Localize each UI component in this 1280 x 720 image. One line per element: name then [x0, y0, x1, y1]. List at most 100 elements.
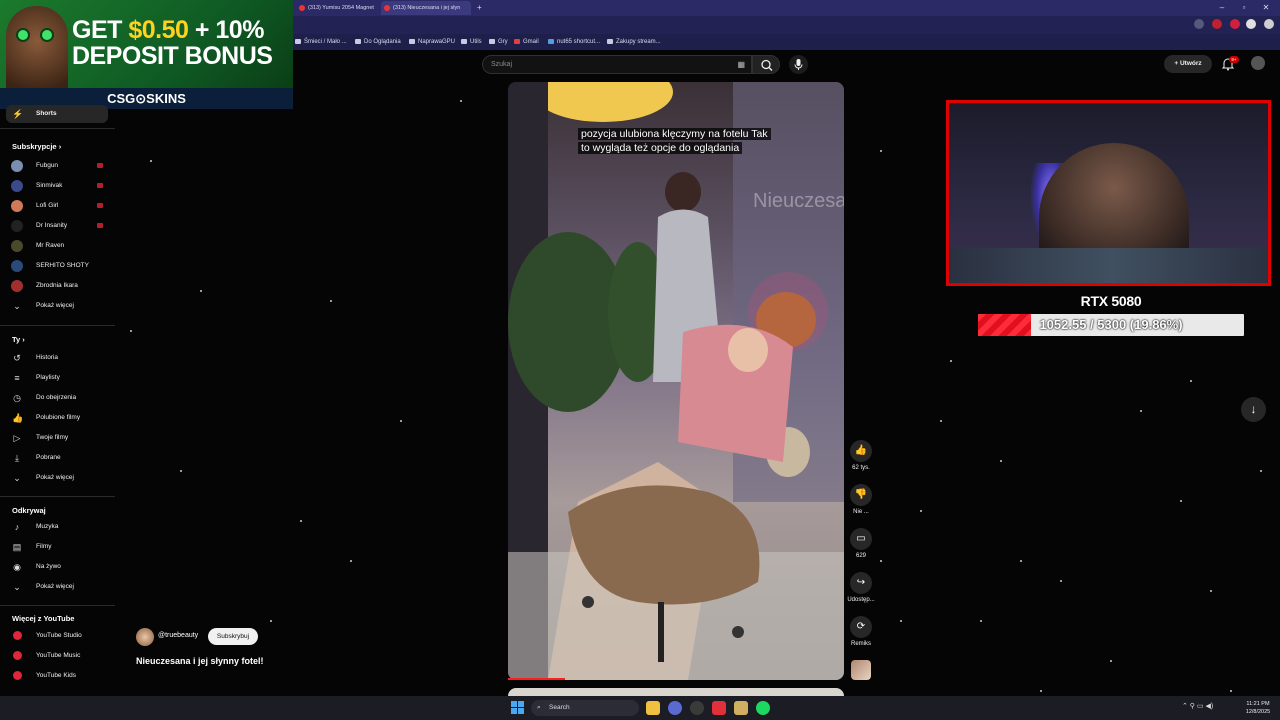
sidebar-item-dr-insanity[interactable]: Dr Insanity	[6, 217, 108, 235]
sidebar-item-youtube-studio[interactable]: YouTube Studio	[6, 627, 108, 645]
channel-avatar-thumbnail[interactable]	[851, 660, 871, 680]
search-icon: ⌕	[537, 704, 541, 711]
bookmark-item[interactable]: Utils	[461, 34, 482, 50]
sidebar-item-serhito-shoty[interactable]: SERHITO SHOTY	[6, 257, 108, 275]
bookmark-item[interactable]: NaprawaGPU	[409, 34, 455, 50]
video-watermark: Nieuczesa	[753, 190, 844, 212]
short-video-player[interactable]: Nieuczesa	[508, 82, 844, 680]
sidebar-item-historia[interactable]: ↺ Historia	[6, 349, 108, 367]
minimize-button[interactable]: –	[1216, 2, 1228, 14]
sidebar-item-label: Twoje filmy	[36, 434, 69, 441]
comments-button[interactable]: ▭	[850, 528, 872, 550]
like-button[interactable]: 👍	[850, 440, 872, 462]
sidebar-item-youtube-kids[interactable]: YouTube Kids	[6, 667, 108, 685]
sidebar-item-poka-wi-cej[interactable]: ⌄ Pokaż więcej	[6, 297, 108, 315]
keyboard-icon[interactable]: ▦	[737, 56, 745, 73]
sidebar-item-youtube-music[interactable]: YouTube Music	[6, 647, 108, 665]
star	[1110, 660, 1112, 662]
sidebar-item-playlisty[interactable]: ≡ Playlisty	[6, 369, 108, 387]
live-indicator-icon	[97, 203, 103, 208]
bookmark-item[interactable]: Śmieci / Mało ...	[295, 34, 347, 50]
browser-icon[interactable]	[712, 701, 726, 715]
file-explorer-icon[interactable]	[646, 701, 660, 715]
extension-icon[interactable]	[1230, 19, 1240, 29]
browser-tab-1[interactable]: (313) Yumisu 2054 Magnet	[296, 1, 380, 15]
bookmark-item[interactable]: Gry	[489, 34, 508, 50]
sidebar-item-do-obejrzenia[interactable]: ◷ Do obejrzenia	[6, 389, 108, 407]
channel-avatar[interactable]	[136, 628, 154, 646]
sidebar-item-pobrane[interactable]: ⤓ Pobrane	[6, 449, 108, 467]
you-heading[interactable]: Ty ›	[12, 335, 25, 344]
star	[350, 560, 352, 562]
account-avatar[interactable]	[1251, 56, 1265, 70]
video-progress-bar[interactable]	[508, 678, 566, 680]
bookmark-item[interactable]: Gmail	[514, 34, 539, 50]
extension-icon[interactable]	[1212, 19, 1222, 29]
channel-avatar	[11, 240, 23, 252]
sidebar-item-polubione-filmy[interactable]: 👍 Polubione filmy	[6, 409, 108, 427]
bookmark-item[interactable]: Do Oglądania	[355, 34, 401, 50]
search-button[interactable]	[752, 55, 780, 74]
voice-search-button[interactable]	[789, 55, 808, 74]
new-tab-button[interactable]: +	[474, 1, 486, 15]
star	[1260, 470, 1262, 472]
star	[300, 520, 302, 522]
subscriptions-heading[interactable]: Subskrypcje ›	[12, 142, 61, 151]
live-indicator-icon	[97, 183, 103, 188]
bookmarks-bar: Śmieci / Mało ... Do Oglądania NaprawaGP…	[293, 34, 1280, 50]
remix-label: Remiks	[850, 641, 871, 647]
sidebar-item-twoje-filmy[interactable]: ▷ Twoje filmy	[6, 429, 108, 447]
remix-button[interactable]: ⟳	[850, 616, 872, 638]
app-icon[interactable]	[690, 701, 704, 715]
sidebar-item-zbrodnia-ikara[interactable]: Zbrodnia Ikara	[6, 277, 108, 295]
spotify-icon[interactable]	[756, 701, 770, 715]
windows-start-button[interactable]	[511, 701, 524, 714]
playlists-icon: ≡	[14, 373, 20, 383]
more-from-youtube-heading: Więcej z YouTube	[12, 614, 75, 623]
sidebar-item-sinmivak[interactable]: Sinmivak	[6, 177, 108, 195]
profile-icon[interactable]	[1264, 19, 1274, 29]
star	[1210, 590, 1212, 592]
movies-icon: ▤	[12, 542, 22, 552]
taskbar-clock[interactable]: 11:21 PM 12/8/2025	[1238, 700, 1278, 716]
channel-name[interactable]: @truebeauty	[158, 632, 198, 639]
sidebar-item-poka-wi-cej[interactable]: ⌄ Pokaż więcej	[6, 469, 108, 487]
address-bar[interactable]	[293, 16, 1280, 34]
like-label: 62 tys.	[852, 465, 870, 471]
app-icon[interactable]	[734, 701, 748, 715]
sidebar-item-label: Dr Insanity	[36, 222, 68, 229]
maximize-button[interactable]: ▫	[1238, 2, 1250, 14]
sidebar-item-filmy[interactable]: ▤ Filmy	[6, 538, 108, 556]
close-button[interactable]: ✕	[1260, 2, 1272, 14]
your-videos-icon: ▷	[13, 433, 21, 443]
sidebar-item-label: SERHITO SHOTY	[36, 262, 89, 269]
sidebar-item-label: Pokaż więcej	[36, 302, 74, 309]
sidebar-item-muzyka[interactable]: ♪ Muzyka	[6, 518, 108, 536]
browser-tab-2[interactable]: (313) Nieuczesana i jej słyn	[381, 1, 471, 15]
star	[1060, 580, 1062, 582]
sidebar-item-poka-wi-cej[interactable]: ⌄ Pokaż więcej	[6, 578, 108, 596]
sidebar-item-shorts[interactable]: ⚡ Shorts	[6, 105, 108, 123]
taskbar-search[interactable]: ⌕ Search	[531, 700, 639, 716]
next-video-button[interactable]: ↓	[1241, 397, 1266, 422]
bookmark-item[interactable]: nut65 shortcut...	[548, 34, 600, 50]
sidebar-item-na-ywo[interactable]: ◉ Na żywo	[6, 558, 108, 576]
subscribe-button[interactable]: Subskrybuj	[208, 628, 258, 645]
extension-icon[interactable]	[1246, 19, 1256, 29]
sidebar-item-label: Fubgun	[36, 162, 59, 169]
create-button[interactable]: + Utwórz	[1164, 55, 1212, 73]
tray-icons[interactable]: ⌃ ⚲ ▭ ◀)	[1182, 702, 1213, 710]
downloads-icon: ⤓	[15, 453, 19, 463]
sidebar-item-lofi-girl[interactable]: Lofi Girl	[6, 197, 108, 215]
dislike-label: Nie ...	[853, 509, 869, 515]
share-button[interactable]: ↪	[850, 572, 872, 594]
youtube-app-icon	[12, 631, 22, 641]
dislike-button[interactable]: 👎	[850, 484, 872, 506]
search-input[interactable]: Szukaj ▦	[482, 55, 752, 74]
channel-avatar	[11, 280, 23, 292]
bookmark-item[interactable]: Zakupy stream...	[607, 34, 661, 50]
discord-icon[interactable]	[668, 701, 682, 715]
sidebar-item-mr-raven[interactable]: Mr Raven	[6, 237, 108, 255]
extension-icon[interactable]	[1194, 19, 1204, 29]
sidebar-item-fubgun[interactable]: Fubgun	[6, 157, 108, 175]
